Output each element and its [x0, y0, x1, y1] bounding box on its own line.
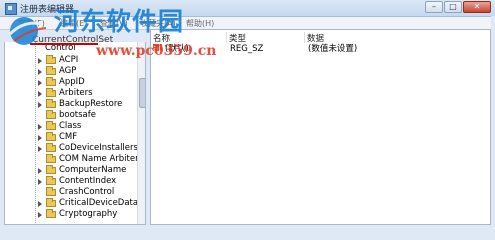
expand-arrow-icon[interactable]: [38, 58, 42, 64]
folder-icon: [46, 187, 56, 196]
tree-item[interactable]: BackupRestore: [5, 99, 137, 110]
tree-item[interactable]: COM Name Arbiter: [5, 154, 139, 165]
watermark-logo: [8, 17, 47, 45]
expand-arrow-icon[interactable]: [38, 91, 42, 97]
registry-tree[interactable]: Control ACPI AGP AppID Arbiters BackupRe…: [4, 42, 146, 225]
tree-item-label: CriticalDeviceDataba: [59, 198, 146, 208]
folder-icon: [46, 66, 56, 75]
menu-help[interactable]: 帮助(H): [186, 18, 214, 29]
tree-item-label: COM Name Arbiter: [59, 154, 139, 164]
tree-item-label: AppID: [59, 77, 85, 87]
tree-item-label: ComputerName: [59, 165, 127, 175]
value-data: (数值未设置): [308, 44, 358, 54]
tree-item[interactable]: CrashControl: [5, 187, 137, 198]
tree-item-label: ContentIndex: [59, 176, 117, 186]
folder-icon: [46, 55, 56, 64]
tree-scrollbar[interactable]: [137, 42, 145, 224]
tree-item-label: Class: [59, 121, 82, 131]
tree-item-label: CrashControl: [59, 187, 115, 197]
expand-arrow-icon[interactable]: [38, 201, 42, 207]
watermark-title: 河东软件园: [54, 7, 185, 36]
tree-item[interactable]: bootsafe: [5, 110, 137, 121]
tree-item-label: ACPI: [59, 55, 79, 65]
tree-item-label: CMF: [59, 132, 78, 142]
column-header-type[interactable]: 类型: [227, 32, 305, 44]
tree-item[interactable]: ContentIndex: [5, 176, 137, 187]
tree-item-label: Arbiters: [59, 88, 93, 98]
folder-icon: [46, 88, 56, 97]
tree-item[interactable]: CMF: [5, 132, 137, 143]
tree-item[interactable]: CoDeviceInstallers: [5, 143, 138, 154]
expand-arrow-icon[interactable]: [38, 102, 42, 108]
value-type: REG_SZ: [230, 44, 264, 54]
expand-arrow-icon[interactable]: [38, 212, 42, 218]
tree-item[interactable]: Class: [5, 121, 137, 132]
folder-icon: [46, 209, 56, 218]
expand-arrow-icon[interactable]: [38, 168, 42, 174]
folder-icon: [46, 154, 56, 163]
tree-item-label: CoDeviceInstallers: [59, 143, 138, 153]
window-border: [491, 16, 495, 225]
tree-item[interactable]: Arbiters: [5, 88, 137, 99]
folder-icon: [46, 99, 56, 108]
folder-icon: [46, 121, 56, 130]
tree-item-label: AGP: [59, 66, 77, 76]
maximize-button[interactable]: □: [444, 1, 462, 13]
expand-arrow-icon[interactable]: [38, 124, 42, 130]
tree-scrollbar-thumb[interactable]: [139, 78, 145, 108]
folder-icon: [46, 176, 56, 185]
folder-icon: [46, 143, 56, 152]
expand-arrow-icon[interactable]: [38, 69, 42, 75]
tree-item[interactable]: AGP: [5, 66, 137, 77]
watermark-url: www.pc0359.cn: [96, 43, 217, 59]
minimize-button[interactable]: –: [425, 1, 443, 13]
tree-item[interactable]: AppID: [5, 77, 137, 88]
tree-item[interactable]: Cryptography: [5, 209, 137, 220]
tree-item-label: BackupRestore: [59, 99, 123, 109]
folder-icon: [46, 77, 56, 86]
tree-item-label: Cryptography: [59, 209, 118, 219]
close-button[interactable]: ✕: [463, 1, 491, 13]
expand-arrow-icon[interactable]: [38, 179, 42, 185]
folder-icon: [46, 110, 56, 119]
expand-arrow-icon[interactable]: [38, 135, 42, 141]
column-header-data[interactable]: 数据: [305, 32, 490, 44]
expand-arrow-icon[interactable]: [38, 146, 42, 152]
expand-arrow-icon[interactable]: [38, 80, 42, 86]
tree-item[interactable]: CriticalDeviceDataba: [5, 198, 145, 209]
folder-icon: [46, 132, 56, 141]
tree-item-label: bootsafe: [59, 110, 96, 120]
folder-icon: [46, 165, 56, 174]
folder-icon: [46, 198, 56, 207]
tree-item[interactable]: ComputerName: [5, 165, 137, 176]
